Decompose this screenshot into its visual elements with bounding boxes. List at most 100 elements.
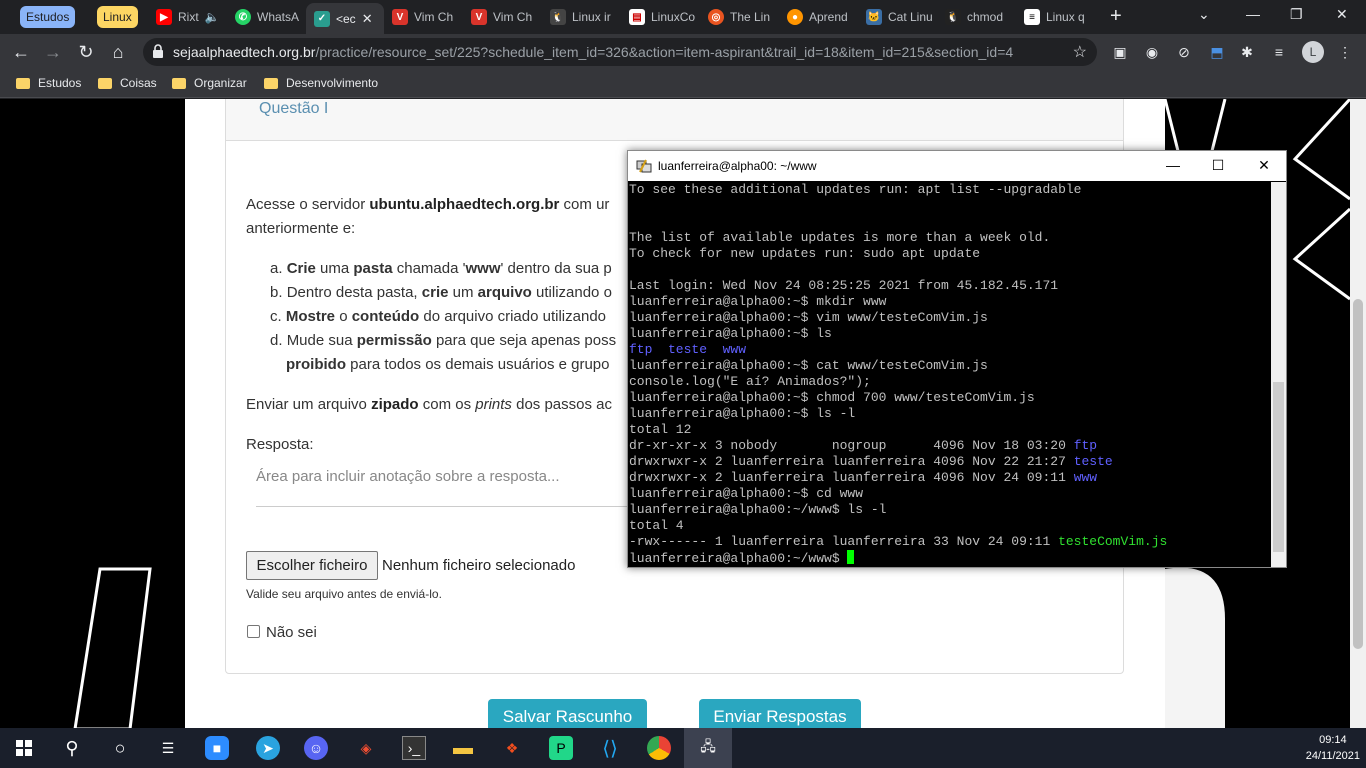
tab-group-label: Linux: [103, 10, 132, 24]
question-title: Questão I: [259, 100, 329, 117]
bookmark-folder-coisas[interactable]: Coisas: [98, 76, 157, 90]
terminal-line: luanferreira@alpha00:~$ cd www: [629, 486, 1271, 502]
server-name: ubuntu.alphaedtech.org.br: [369, 196, 560, 213]
tab-youtube[interactable]: ▶ Rixt 🔈: [156, 4, 224, 30]
pycharm-icon[interactable]: P: [549, 736, 573, 760]
terminal-minimize-icon[interactable]: —: [1163, 155, 1183, 175]
page-icon: ≡: [1024, 9, 1040, 25]
folder-icon: [172, 77, 186, 89]
cortana-icon[interactable]: ○: [108, 736, 132, 760]
send-text: zipado: [371, 396, 419, 413]
telegram-icon[interactable]: ➤: [256, 736, 280, 760]
answer-label: Resposta:: [246, 436, 314, 453]
camera-extension-icon[interactable]: ◉: [1143, 43, 1161, 61]
forward-icon[interactable]: →: [42, 41, 64, 63]
system-clock[interactable]: 09:14 24/11/2021: [1306, 732, 1360, 764]
terminal-scrollbar[interactable]: [1271, 182, 1286, 567]
figma-icon[interactable]: ❖: [500, 736, 524, 760]
save-draft-button[interactable]: Salvar Rascunho: [488, 699, 647, 728]
terminal-close-icon[interactable]: ✕: [1254, 155, 1274, 175]
whatsapp-icon: ✆: [235, 9, 251, 25]
answer-textarea[interactable]: Área para incluir anotação sobre a respo…: [256, 463, 676, 507]
task-text: chamada ': [392, 260, 466, 277]
chrome-icon[interactable]: [647, 736, 671, 760]
bookmark-folder-desenvolvimento[interactable]: Desenvolvimento: [264, 76, 378, 90]
back-icon[interactable]: ←: [10, 41, 32, 63]
tab-cat-linux[interactable]: 🐱 Cat Linu: [866, 4, 936, 30]
question-header: Questão I: [226, 99, 1123, 141]
search-icon[interactable]: ⚲: [60, 736, 84, 760]
browser-toolbar: ← → ↻ ⌂ sejaalphaedtech.org.br/practice/…: [0, 34, 1366, 70]
bookmark-folder-estudos[interactable]: Estudos: [16, 76, 81, 90]
vscode-icon[interactable]: ⟨⟩: [598, 736, 622, 760]
tab-linux-ir[interactable]: 🐧 Linux ir: [550, 4, 620, 30]
colorful-extension-icon[interactable]: ⬒: [1208, 43, 1226, 61]
tab-aprend[interactable]: ● Aprend: [787, 4, 857, 30]
putty-icon: [636, 159, 652, 173]
task-text: Mude sua: [286, 332, 357, 349]
tab-vim-2[interactable]: V Vim Ch: [471, 4, 541, 30]
terminal-line: Last login: Wed Nov 24 08:25:25 2021 fro…: [629, 278, 1271, 294]
terminal-titlebar[interactable]: luanferreira@alpha00: ~/www — ☐ ✕: [628, 151, 1286, 181]
tab-linux-q[interactable]: ≡ Linux q: [1024, 4, 1094, 30]
send-answers-button[interactable]: Enviar Respostas: [699, 699, 861, 728]
menu-icon[interactable]: ⋮: [1336, 43, 1354, 61]
task-text: ' dentro da sua p: [500, 260, 612, 277]
page-scrollbar[interactable]: [1350, 99, 1366, 728]
tab-whatsapp[interactable]: ✆ WhatsA: [235, 4, 303, 30]
windows-start-icon[interactable]: [12, 736, 36, 760]
terminal-line: luanferreira@alpha00:~$ ls: [629, 326, 1271, 342]
home-icon[interactable]: ⌂: [107, 41, 129, 63]
clock-date: 24/11/2021: [1305, 750, 1360, 762]
url-text[interactable]: sejaalphaedtech.org.br/practice/resource…: [173, 44, 1013, 60]
close-window-icon[interactable]: ✕: [1336, 6, 1348, 23]
putty-terminal-window[interactable]: luanferreira@alpha00: ~/www — ☐ ✕ To see…: [627, 150, 1287, 568]
dont-know-checkbox[interactable]: [247, 625, 260, 638]
task-item-b: b. Dentro desta pasta, crie um arquivo u…: [270, 284, 612, 301]
tab-group-linux[interactable]: Linux: [97, 6, 138, 28]
lock-icon[interactable]: [153, 44, 163, 58]
terminal-maximize-icon[interactable]: ☐: [1208, 155, 1228, 175]
extension-icon[interactable]: ⊘: [1175, 43, 1193, 61]
task-text: arquivo: [477, 284, 532, 301]
terminal-text: -rwx------ 1 luanferreira luanferreira 3…: [629, 534, 1059, 549]
terminal-line: total 12: [629, 422, 1271, 438]
tab-the-lin[interactable]: ◎ The Lin: [708, 4, 778, 30]
dont-know-label[interactable]: Não sei: [266, 624, 317, 641]
putty-taskbar-icon[interactable]: 🖧: [684, 728, 732, 768]
tab-linuxco[interactable]: ▤ LinuxCo: [629, 4, 699, 30]
terminal-text: total 12: [629, 422, 692, 437]
new-tab-icon[interactable]: +: [1110, 5, 1122, 28]
page-scroll-thumb[interactable]: [1353, 299, 1363, 649]
git-icon[interactable]: ◈: [354, 736, 378, 760]
linux-icon: 🐧: [550, 9, 566, 25]
reload-icon[interactable]: ↻: [75, 41, 97, 63]
tab-alphaedtech[interactable]: ✓ <ec ✕: [306, 3, 384, 34]
tab-group-estudos[interactable]: Estudos: [20, 6, 76, 28]
zoom-icon[interactable]: ■: [205, 736, 229, 760]
file-explorer-icon[interactable]: ▬: [451, 736, 475, 760]
profile-avatar[interactable]: L: [1302, 41, 1324, 63]
tab-search-icon[interactable]: ⌄: [1198, 6, 1210, 23]
choose-file-button[interactable]: Escolher ficheiro: [246, 551, 378, 580]
bookmark-star-icon[interactable]: ☆: [1073, 42, 1087, 62]
terminal-icon[interactable]: ›_: [402, 736, 426, 760]
tab-vim-1[interactable]: V Vim Ch: [392, 4, 462, 30]
media-control-icon[interactable]: ≡: [1270, 43, 1288, 61]
address-bar[interactable]: sejaalphaedtech.org.br/practice/resource…: [143, 38, 1097, 66]
terminal-output[interactable]: To see these additional updates run: apt…: [629, 182, 1271, 566]
task-view-icon[interactable]: ☰: [156, 736, 180, 760]
puzzle-icon[interactable]: ✱: [1238, 43, 1256, 61]
tab-bar: Estudos Linux ▶ Rixt 🔈 ✆ WhatsA ✓ <ec ✕ …: [0, 0, 1366, 34]
terminal-scroll-thumb[interactable]: [1273, 382, 1284, 552]
discord-icon[interactable]: ☺: [304, 736, 328, 760]
minimize-icon[interactable]: —: [1246, 6, 1260, 22]
restore-icon[interactable]: ❐: [1290, 6, 1303, 23]
speaker-icon[interactable]: 🔈: [205, 10, 220, 24]
close-tab-icon[interactable]: ✕: [362, 11, 373, 27]
tab-label: chmod: [967, 10, 1004, 24]
bookmark-folder-organizar[interactable]: Organizar: [172, 76, 247, 90]
cast-icon[interactable]: ▣: [1111, 43, 1129, 61]
tab-chmod[interactable]: 🐧 chmod: [945, 4, 1015, 30]
